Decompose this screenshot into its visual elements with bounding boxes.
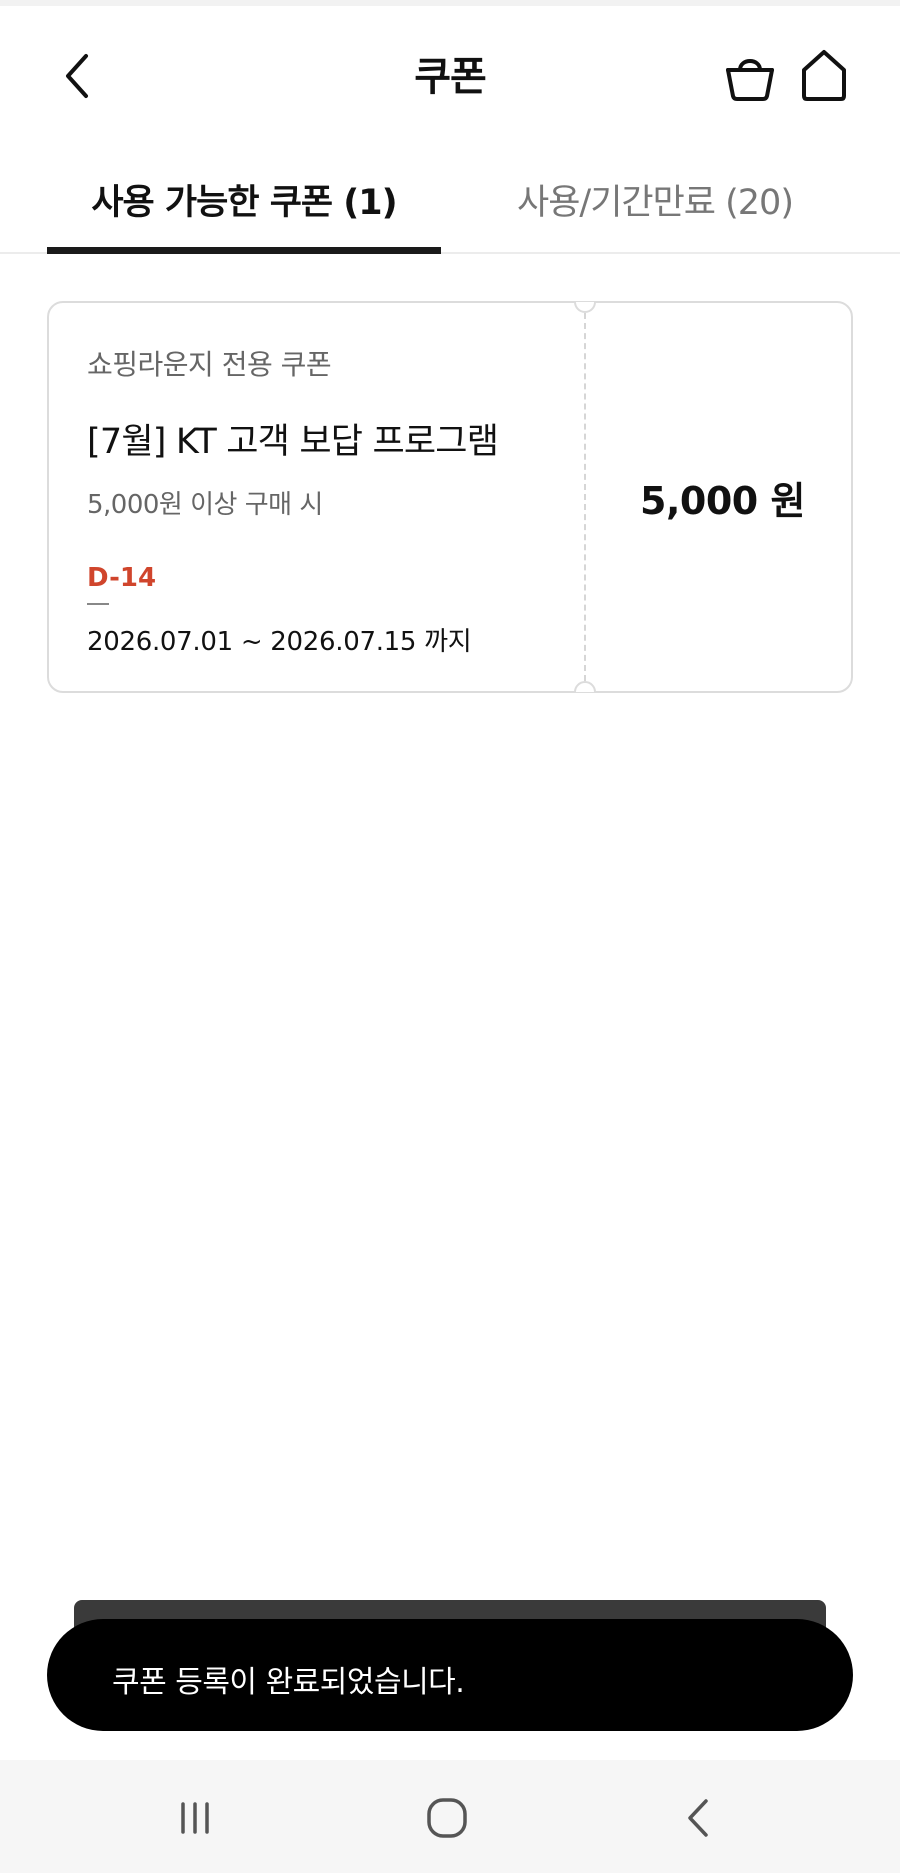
toast-message: 쿠폰 등록이 완료되었습니다. bbox=[47, 1619, 853, 1731]
shopping-bag-icon bbox=[726, 59, 774, 101]
coupon-details: 쇼핑라운지 전용 쿠폰 [7월] KT 고객 보답 프로그램 5,000원 이상… bbox=[87, 343, 587, 658]
home-circle-icon bbox=[427, 1798, 467, 1838]
recents-icon bbox=[181, 1802, 209, 1834]
coupon-perforation bbox=[584, 313, 586, 681]
tab-used-expired[interactable]: 사용/기간만료 (20) bbox=[470, 146, 840, 252]
coupon-dday-badge: D-14 bbox=[87, 563, 157, 593]
home-icon bbox=[802, 50, 846, 101]
coupon-notch-top bbox=[574, 302, 596, 313]
system-home-button[interactable] bbox=[412, 1790, 482, 1846]
coupon-name: [7월] KT 고객 보답 프로그램 bbox=[87, 422, 499, 462]
tab-available-coupons[interactable]: 사용 가능한 쿠폰 (1) bbox=[47, 146, 441, 254]
coupon-amount: 5,000 원 bbox=[640, 478, 805, 523]
system-nav-bar bbox=[0, 1760, 900, 1873]
coupon-tabs: 사용 가능한 쿠폰 (1) 사용/기간만료 (20) bbox=[0, 146, 900, 254]
cart-button[interactable] bbox=[722, 48, 778, 104]
coupon-type: 쇼핑라운지 전용 쿠폰 bbox=[87, 348, 332, 381]
coupon-period: 2026.07.01 ~ 2026.07.15 까지 bbox=[87, 627, 472, 657]
back-icon bbox=[688, 1799, 708, 1837]
coupon-card[interactable]: 쇼핑라운지 전용 쿠폰 [7월] KT 고객 보답 프로그램 5,000원 이상… bbox=[47, 301, 853, 693]
system-back-button[interactable] bbox=[664, 1790, 734, 1846]
app-header: 쿠폰 bbox=[0, 6, 900, 138]
toast-text: 쿠폰 등록이 완료되었습니다. bbox=[112, 1665, 465, 1700]
coupon-condition: 5,000원 이상 구매 시 bbox=[87, 490, 323, 520]
system-recents-button[interactable] bbox=[160, 1790, 230, 1846]
coupon-notch-bottom bbox=[574, 681, 596, 692]
home-button[interactable] bbox=[796, 46, 852, 104]
divider bbox=[87, 603, 109, 605]
